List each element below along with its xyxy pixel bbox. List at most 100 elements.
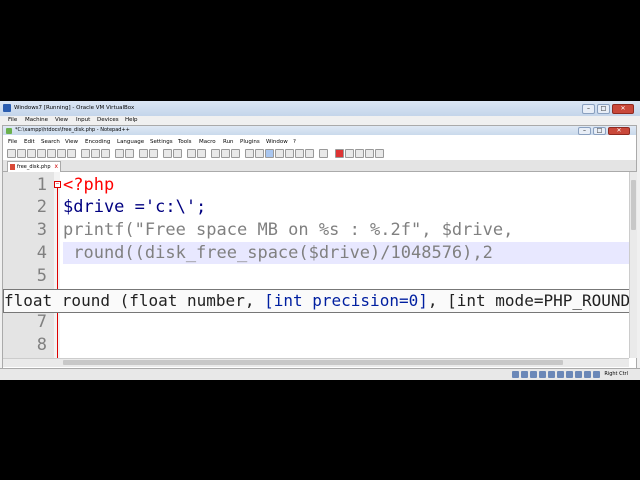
paste-icon[interactable] (101, 149, 110, 158)
np-menu-help[interactable]: ? (293, 139, 296, 145)
line-number: 4 (36, 243, 47, 263)
zoom-restore-icon[interactable] (305, 149, 314, 158)
video-capture-icon[interactable] (575, 371, 582, 378)
plugin-icon[interactable] (319, 149, 328, 158)
vbox-menu-help[interactable]: Help (125, 117, 138, 123)
horizontal-scroll-thumb[interactable] (63, 360, 563, 365)
sync-vertical-icon[interactable] (187, 149, 196, 158)
notepadpp-window: *C:\xampp\htdocs\free_disk.php - Notepad… (2, 125, 637, 370)
vertical-scroll-thumb[interactable] (631, 180, 636, 230)
doc-map-icon[interactable] (255, 149, 264, 158)
line-number: 8 (36, 335, 47, 355)
open-file-icon[interactable] (17, 149, 26, 158)
monitoring-icon[interactable] (285, 149, 294, 158)
minimize-button[interactable]: – (582, 104, 595, 114)
np-menu-language[interactable]: Language (117, 139, 144, 145)
find-icon[interactable] (139, 149, 148, 158)
save-all-icon[interactable] (37, 149, 46, 158)
virtualbox-title-bar: Windows7 [Running] - Oracle VM VirtualBo… (0, 101, 640, 116)
run-macro-multiple-icon[interactable] (365, 149, 374, 158)
np-menu-plugins[interactable]: Plugins (240, 139, 260, 145)
line-number: 2 (36, 197, 47, 217)
word-wrap-icon[interactable] (211, 149, 220, 158)
tab-label: free_disk.php (17, 164, 51, 170)
calltip-current-param: [int precision=0] (264, 291, 428, 310)
np-menu-edit[interactable]: Edit (24, 139, 35, 145)
fold-line (57, 186, 58, 358)
notepadpp-title: *C:\xampp\htdocs\free_disk.php - Notepad… (15, 127, 130, 133)
virtualbox-status-bar: Right Ctrl (0, 368, 640, 380)
user-lang-icon[interactable] (245, 149, 254, 158)
redo-icon[interactable] (125, 149, 134, 158)
vertical-scrollbar[interactable] (629, 172, 637, 358)
np-menu-file[interactable]: File (8, 139, 17, 145)
np-menu-encoding[interactable]: Encoding (85, 139, 110, 145)
code-line-1: <?php (63, 175, 115, 195)
mouse-integration-icon[interactable] (584, 371, 591, 378)
save-icon[interactable] (27, 149, 36, 158)
play-macro-icon[interactable] (355, 149, 364, 158)
keyboard-capture-icon[interactable] (593, 371, 600, 378)
line-number: 1 (36, 175, 47, 195)
np-maximize-button[interactable]: □ (593, 127, 606, 135)
vbox-menu-machine[interactable]: Machine (25, 117, 48, 123)
np-menu-settings[interactable]: Settings (150, 139, 173, 145)
line-number: 3 (36, 220, 47, 240)
sync-horizontal-icon[interactable] (197, 149, 206, 158)
replace-icon[interactable] (149, 149, 158, 158)
copy-icon[interactable] (91, 149, 100, 158)
np-menu-view[interactable]: View (65, 139, 78, 145)
np-menu-search[interactable]: Search (41, 139, 60, 145)
indent-guide-icon[interactable] (231, 149, 240, 158)
vbox-menu-view[interactable]: View (55, 117, 68, 123)
document-tab-bar: free_disk.php x (3, 160, 636, 172)
horizontal-scrollbar[interactable] (3, 358, 629, 367)
np-close-button[interactable]: ✕ (608, 127, 630, 135)
close-button[interactable]: ✕ (612, 104, 634, 114)
bookmark-icon[interactable] (295, 149, 304, 158)
line-number: 5 (36, 266, 47, 286)
virtualbox-app-icon (3, 104, 11, 112)
record-macro-icon[interactable] (335, 149, 344, 158)
code-line-4-current: round((disk_free_space($drive)/1048576),… (63, 242, 629, 264)
notepadpp-toolbar (5, 148, 635, 159)
zoom-out-icon[interactable] (173, 149, 182, 158)
cut-icon[interactable] (81, 149, 90, 158)
audio-icon[interactable] (530, 371, 537, 378)
host-key-label: Right Ctrl (604, 371, 628, 377)
np-menu-window[interactable]: Window (266, 139, 288, 145)
save-macro-icon[interactable] (375, 149, 384, 158)
display-icon[interactable] (566, 371, 573, 378)
np-menu-tools[interactable]: Tools (178, 139, 192, 145)
np-minimize-button[interactable]: – (578, 127, 591, 135)
virtualbox-window: Windows7 [Running] - Oracle VM VirtualBo… (0, 101, 640, 380)
maximize-button[interactable]: □ (597, 104, 610, 114)
tab-free-disk-php[interactable]: free_disk.php x (7, 161, 61, 172)
zoom-in-icon[interactable] (163, 149, 172, 158)
vbox-menu-file[interactable]: File (8, 117, 17, 123)
optical-drive-icon[interactable] (521, 371, 528, 378)
function-list-icon[interactable] (265, 149, 274, 158)
shared-folders-icon[interactable] (557, 371, 564, 378)
hard-disk-icon[interactable] (512, 371, 519, 378)
np-menu-run[interactable]: Run (223, 139, 234, 145)
network-icon[interactable] (539, 371, 546, 378)
undo-icon[interactable] (115, 149, 124, 158)
code-editor[interactable]: 1 2 3 4 5 6 7 8 − <?php $drive ='c:\'; p… (3, 172, 629, 358)
fold-collapse-icon[interactable]: − (54, 181, 61, 188)
show-all-chars-icon[interactable] (221, 149, 230, 158)
np-menu-macro[interactable]: Macro (199, 139, 216, 145)
tab-close-icon[interactable]: x (54, 163, 58, 170)
stop-macro-icon[interactable] (345, 149, 354, 158)
folder-workspace-icon[interactable] (275, 149, 284, 158)
virtualbox-title: Windows7 [Running] - Oracle VM VirtualBo… (14, 105, 135, 111)
close-file-icon[interactable] (47, 149, 56, 158)
new-file-icon[interactable] (7, 149, 16, 158)
calltip-signature-start: float round (float number, (4, 291, 265, 310)
vbox-menu-input[interactable]: Input (76, 117, 90, 123)
virtualbox-window-controls: – □ ✕ (582, 104, 634, 114)
print-icon[interactable] (67, 149, 76, 158)
vbox-menu-devices[interactable]: Devices (97, 117, 119, 123)
usb-icon[interactable] (548, 371, 555, 378)
close-all-icon[interactable] (57, 149, 66, 158)
